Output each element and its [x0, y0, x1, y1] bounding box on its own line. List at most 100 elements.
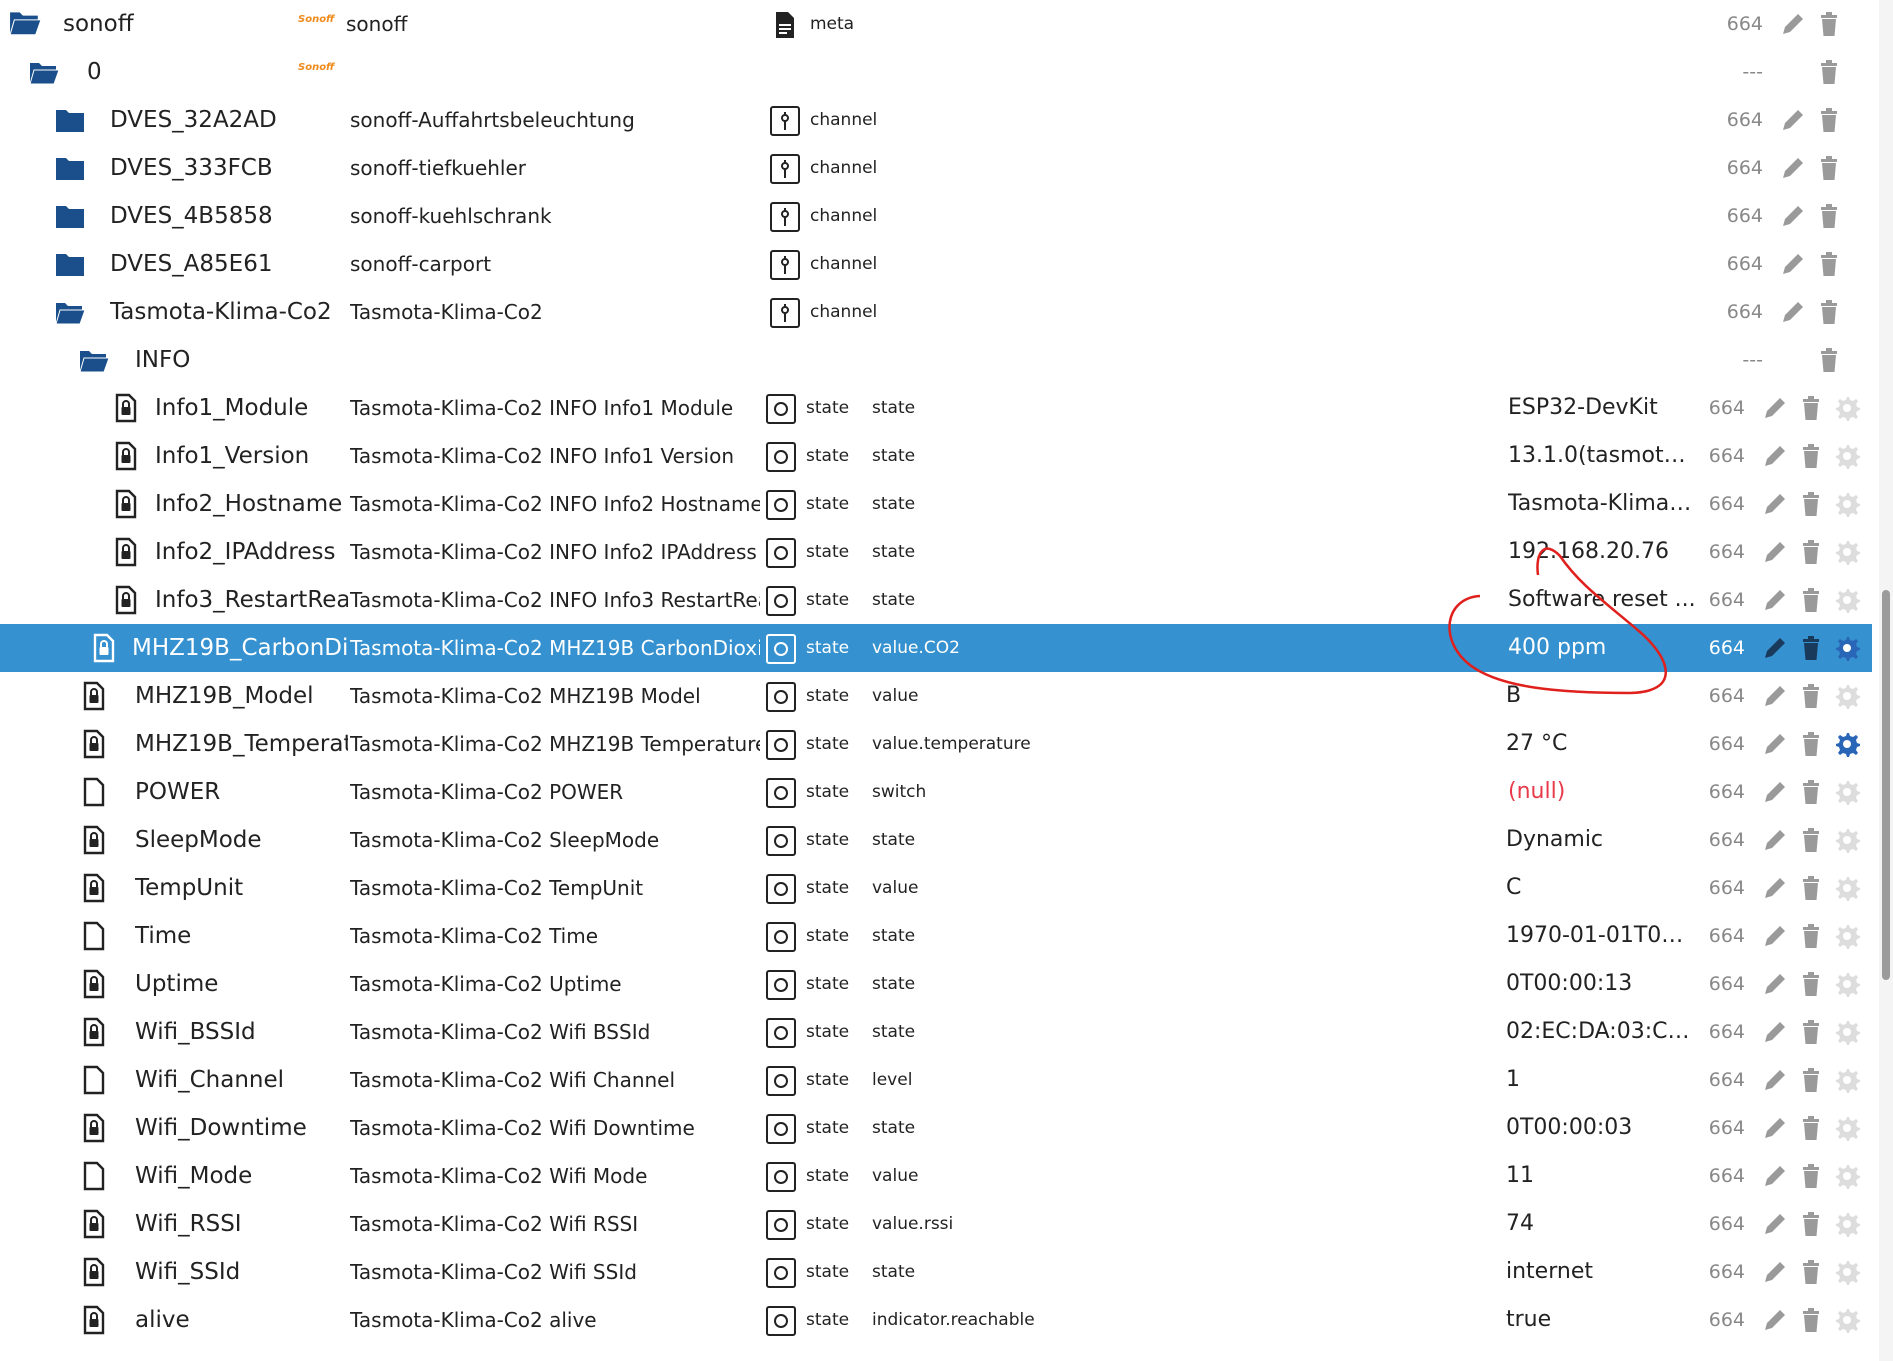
folder-open-icon[interactable]	[28, 57, 60, 87]
file-lock-icon[interactable]	[78, 969, 110, 999]
delete-button[interactable]	[1797, 778, 1825, 806]
folder-icon[interactable]	[54, 153, 86, 183]
settings-button[interactable]	[1833, 1114, 1861, 1142]
edit-button[interactable]	[1779, 298, 1807, 326]
edit-button[interactable]	[1761, 970, 1789, 998]
file-lock-icon[interactable]	[88, 633, 120, 663]
object-value[interactable]: 0T00:00:03	[1506, 1104, 1696, 1152]
tree-row[interactable]: SleepMode Tasmota-Klima-Co2 SleepMode stat…	[0, 816, 1872, 864]
edit-button[interactable]	[1779, 250, 1807, 278]
folder-open-icon[interactable]	[78, 345, 110, 375]
file-lock-icon[interactable]	[110, 585, 142, 615]
delete-button[interactable]	[1797, 970, 1825, 998]
file-lock-icon[interactable]	[110, 489, 142, 519]
file-icon[interactable]	[78, 1065, 110, 1095]
settings-button[interactable]	[1833, 1018, 1861, 1046]
folder-open-icon[interactable]	[6, 6, 44, 38]
delete-button[interactable]	[1815, 250, 1843, 278]
edit-button[interactable]	[1761, 586, 1789, 614]
tree-row[interactable]: sonoff Sonoff sonoff meta 664	[0, 0, 1872, 48]
delete-button[interactable]	[1797, 586, 1825, 614]
object-value[interactable]: 1970-01-01T00:...	[1506, 912, 1696, 960]
delete-button[interactable]	[1797, 1210, 1825, 1238]
settings-button[interactable]	[1833, 826, 1861, 854]
edit-button[interactable]	[1761, 442, 1789, 470]
delete-button[interactable]	[1797, 1066, 1825, 1094]
edit-button[interactable]	[1761, 538, 1789, 566]
settings-button[interactable]	[1833, 442, 1861, 470]
settings-button[interactable]	[1833, 922, 1861, 950]
folder-icon[interactable]	[54, 105, 86, 135]
tree-row[interactable]: MHZ19B_Temperatu Tasmota-Klima-Co2 MHZ19B…	[0, 720, 1872, 768]
delete-button[interactable]	[1797, 922, 1825, 950]
settings-button[interactable]	[1833, 394, 1861, 422]
object-value[interactable]: ESP32-DevKit	[1508, 384, 1698, 432]
edit-button[interactable]	[1761, 1018, 1789, 1046]
settings-button[interactable]	[1833, 970, 1861, 998]
delete-button[interactable]	[1815, 202, 1843, 230]
delete-button[interactable]	[1797, 442, 1825, 470]
tree-row[interactable]: DVES_333FCB sonoff-tiefkuehler channel 664	[0, 144, 1872, 192]
file-lock-icon[interactable]	[78, 873, 110, 903]
object-value[interactable]: 27 °C	[1506, 720, 1696, 768]
settings-button[interactable]	[1833, 490, 1861, 518]
folder-icon[interactable]	[54, 249, 86, 279]
settings-button[interactable]	[1833, 682, 1861, 710]
folder-open-icon[interactable]	[54, 297, 86, 327]
delete-button[interactable]	[1797, 634, 1825, 662]
object-value[interactable]: 192.168.20.76	[1508, 528, 1698, 576]
object-value[interactable]: B	[1506, 672, 1696, 720]
tree-row[interactable]: Info3_RestartReas Tasmota-Klima-Co2 INFO …	[0, 576, 1872, 624]
tree-row[interactable]: Wifi_BSSId Tasmota-Klima-Co2 Wifi BSSId st…	[0, 1008, 1872, 1056]
object-value[interactable]: true	[1506, 1296, 1696, 1344]
tree-row[interactable]: POWER Tasmota-Klima-Co2 POWER state switch (…	[0, 768, 1872, 816]
delete-button[interactable]	[1815, 346, 1843, 374]
tree-row[interactable]: INFO ---	[0, 336, 1872, 384]
tree-row[interactable]: MHZ19B_CarbonDic Tasmota-Klima-Co2 MHZ19B…	[0, 624, 1872, 672]
delete-button[interactable]	[1815, 106, 1843, 134]
file-lock-icon[interactable]	[78, 1257, 110, 1287]
delete-button[interactable]	[1797, 730, 1825, 758]
edit-button[interactable]	[1761, 1114, 1789, 1142]
file-lock-icon[interactable]	[110, 393, 142, 423]
edit-button[interactable]	[1761, 1306, 1789, 1334]
tree-row[interactable]: Wifi_RSSI Tasmota-Klima-Co2 Wifi RSSI stat…	[0, 1200, 1872, 1248]
delete-button[interactable]	[1797, 1258, 1825, 1286]
edit-button[interactable]	[1779, 154, 1807, 182]
object-value[interactable]: 13.1.0(tasmota...	[1508, 432, 1698, 480]
tree-row[interactable]: MHZ19B_Model Tasmota-Klima-Co2 MHZ19B Mod…	[0, 672, 1872, 720]
settings-button[interactable]	[1833, 1210, 1861, 1238]
edit-button[interactable]	[1761, 490, 1789, 518]
object-value[interactable]: 02:EC:DA:03:C8:...	[1506, 1008, 1696, 1056]
settings-button[interactable]	[1833, 1306, 1861, 1334]
tree-row[interactable]: Info2_IPAddress Tasmota-Klima-Co2 INFO In…	[0, 528, 1872, 576]
edit-button[interactable]	[1761, 826, 1789, 854]
settings-button[interactable]	[1833, 730, 1861, 758]
tree-row[interactable]: DVES_4B5858 sonoff-kuehlschrank channel 664	[0, 192, 1872, 240]
file-icon[interactable]	[78, 1161, 110, 1191]
delete-button[interactable]	[1797, 1114, 1825, 1142]
tree-row[interactable]: Time Tasmota-Klima-Co2 Time state state 1970…	[0, 912, 1872, 960]
edit-button[interactable]	[1779, 10, 1807, 38]
delete-button[interactable]	[1815, 298, 1843, 326]
edit-button[interactable]	[1761, 1258, 1789, 1286]
delete-button[interactable]	[1815, 154, 1843, 182]
settings-button[interactable]	[1833, 538, 1861, 566]
settings-button[interactable]	[1833, 874, 1861, 902]
file-lock-icon[interactable]	[78, 1113, 110, 1143]
scrollbar-thumb[interactable]	[1882, 590, 1890, 980]
edit-button[interactable]	[1761, 730, 1789, 758]
settings-button[interactable]	[1833, 778, 1861, 806]
object-value[interactable]: C	[1506, 864, 1696, 912]
object-value[interactable]: Dynamic	[1506, 816, 1696, 864]
settings-button[interactable]	[1833, 586, 1861, 614]
tree-row[interactable]: DVES_32A2AD sonoff-Auffahrtsbeleuchtung ch…	[0, 96, 1872, 144]
edit-button[interactable]	[1761, 634, 1789, 662]
tree-row[interactable]: Wifi_Mode Tasmota-Klima-Co2 Wifi Mode stat…	[0, 1152, 1872, 1200]
file-lock-icon[interactable]	[110, 441, 142, 471]
tree-row[interactable]: Wifi_Channel Tasmota-Klima-Co2 Wifi Chann…	[0, 1056, 1872, 1104]
object-value[interactable]: Tasmota-Klima-...	[1508, 480, 1698, 528]
file-lock-icon[interactable]	[78, 1209, 110, 1239]
edit-button[interactable]	[1779, 202, 1807, 230]
delete-button[interactable]	[1797, 826, 1825, 854]
